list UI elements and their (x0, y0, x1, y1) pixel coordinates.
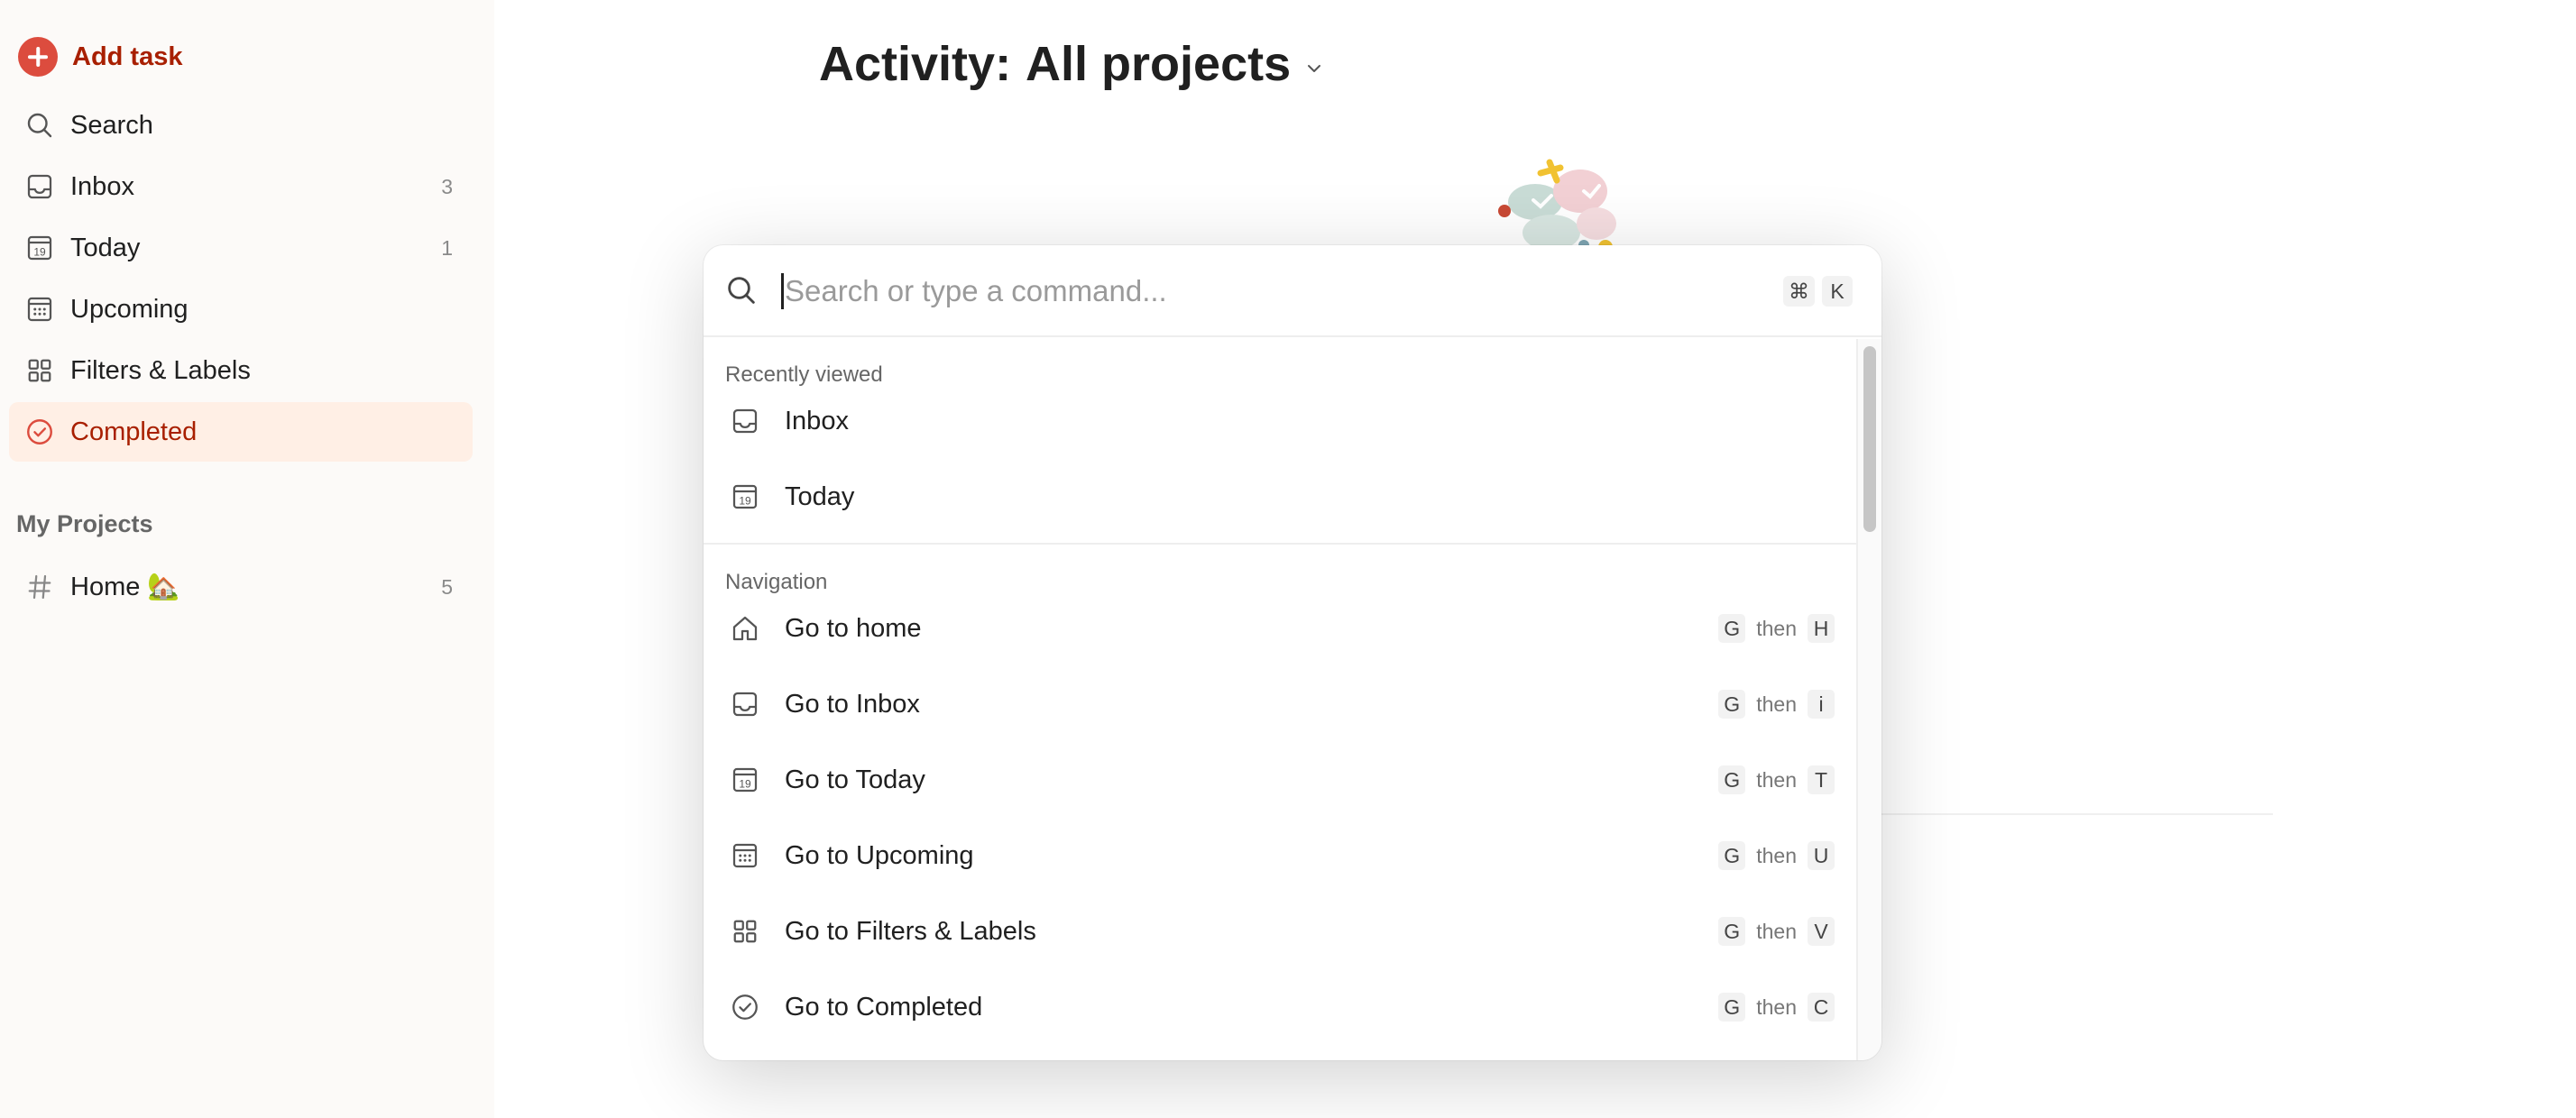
sidebar-item-search[interactable]: Search (9, 96, 473, 155)
sidebar-item-filters-labels[interactable]: Filters & Labels (9, 341, 473, 400)
command-item-go-to-completed[interactable]: Go to Completed G then C (704, 970, 1856, 1044)
shortcut-key: V (1808, 917, 1835, 946)
svg-text:19: 19 (739, 777, 751, 790)
keyboard-shortcut: G then H (1718, 614, 1835, 643)
keyboard-shortcut: G then U (1718, 841, 1835, 870)
palette-search-row: ⌘ K (704, 245, 1881, 337)
command-item-go-to-today[interactable]: 19 Go to Today G then T (704, 743, 1856, 817)
divider (1876, 813, 2273, 815)
check-circle-icon (23, 416, 56, 448)
command-item-go-to-inbox[interactable]: Go to Inbox G then i (704, 667, 1856, 741)
palette-scrollbar[interactable] (1856, 339, 1881, 1060)
command-list: Recently viewed Inbox 19 Today Navigatio… (704, 339, 1856, 1060)
command-item-label: Go to Today (785, 765, 925, 794)
calendar-today-icon: 19 (729, 764, 761, 796)
add-task-label: Add task (72, 41, 183, 71)
filters-grid-icon (23, 354, 56, 387)
command-item-label: Go to Filters & Labels (785, 916, 1036, 946)
command-item-go-to-upcoming[interactable]: Go to Upcoming G then U (704, 819, 1856, 893)
command-search-input[interactable] (785, 265, 1687, 317)
my-projects-heading[interactable]: My Projects (16, 510, 153, 538)
sidebar-item-label: Today (70, 233, 141, 262)
hotkey-letter: K (1822, 276, 1853, 307)
inbox-icon (729, 405, 761, 437)
command-item-label: Go to home (785, 613, 922, 643)
shortcut-key: G (1718, 841, 1746, 870)
project-item-home[interactable]: Home 🏡 5 (9, 557, 473, 617)
page-title-project: All projects (1026, 37, 1292, 91)
svg-text:19: 19 (739, 494, 751, 507)
plus-circle-icon (18, 37, 58, 77)
calendar-grid-icon (729, 839, 761, 872)
command-item-go-to-home[interactable]: Go to home G then H (704, 591, 1856, 665)
add-task-button[interactable]: Add task (18, 34, 182, 79)
keyboard-shortcut: G then C (1718, 993, 1835, 1022)
search-icon (23, 109, 56, 142)
project-item-count: 5 (441, 574, 453, 599)
hash-icon (23, 571, 56, 603)
sidebar-item-inbox[interactable]: Inbox 3 (9, 157, 473, 216)
calendar-grid-icon (23, 293, 56, 325)
shortcut-then: then (1756, 692, 1797, 716)
sidebar-item-label: Filters & Labels (70, 355, 251, 385)
shortcut-key: H (1808, 614, 1835, 643)
sidebar-item-label: Inbox (70, 171, 134, 201)
calendar-today-icon: 19 (23, 232, 56, 264)
calendar-today-icon: 19 (729, 481, 761, 513)
command-item-recent-today[interactable]: 19 Today (704, 460, 1856, 534)
inbox-icon (729, 688, 761, 720)
page-title[interactable]: Activity: All projects (819, 36, 1325, 92)
command-item-recent-inbox[interactable]: Inbox (704, 384, 1856, 458)
shortcut-key: G (1718, 765, 1746, 794)
search-icon (728, 277, 755, 304)
shortcut-key: G (1718, 917, 1746, 946)
shortcut-then: then (1756, 767, 1797, 792)
command-item-go-to-filters-labels[interactable]: Go to Filters & Labels G then V (704, 894, 1856, 968)
page-title-prefix: Activity: (819, 37, 1012, 91)
shortcut-key: T (1808, 765, 1835, 794)
group-separator (704, 543, 1856, 545)
sidebar-item-count: 1 (441, 235, 453, 260)
shortcut-key: C (1808, 993, 1835, 1022)
shortcut-key: G (1718, 993, 1746, 1022)
svg-text:19: 19 (33, 245, 46, 258)
shortcut-key: G (1718, 614, 1746, 643)
sidebar-item-label: Completed (70, 417, 198, 446)
check-circle-icon (729, 991, 761, 1023)
command-item-label: Today (785, 481, 855, 511)
sidebar-item-today[interactable]: 19 Today 1 (9, 218, 473, 278)
command-key-icon: ⌘ (1783, 276, 1815, 307)
command-item-label: Go to Inbox (785, 689, 920, 719)
command-item-label: Go to Upcoming (785, 840, 974, 870)
sidebar: Add task Search Inbox 3 19 Today 1 Upcom… (0, 0, 494, 1118)
keyboard-shortcut: G then V (1718, 917, 1835, 946)
shortcut-key: i (1808, 690, 1835, 719)
hotkey-hint: ⌘ K (1783, 276, 1853, 307)
shortcut-key: G (1718, 690, 1746, 719)
shortcut-then: then (1756, 919, 1797, 943)
command-palette: ⌘ K Recently viewed Inbox 19 Today Navig… (704, 245, 1881, 1060)
home-icon (729, 612, 761, 645)
text-caret (781, 273, 784, 309)
keyboard-shortcut: G then i (1718, 690, 1835, 719)
project-item-label: Home 🏡 (70, 573, 180, 601)
shortcut-then: then (1756, 994, 1797, 1019)
shortcut-then: then (1756, 843, 1797, 867)
sidebar-item-label: Upcoming (70, 294, 189, 324)
scrollbar-thumb[interactable] (1863, 346, 1876, 532)
sidebar-item-label: Search (70, 110, 153, 140)
sidebar-item-count: 3 (441, 174, 453, 198)
shortcut-key: U (1808, 841, 1835, 870)
sidebar-item-completed[interactable]: Completed (9, 402, 473, 462)
keyboard-shortcut: G then T (1718, 765, 1835, 794)
command-item-label: Go to Completed (785, 992, 983, 1022)
sidebar-item-upcoming[interactable]: Upcoming (9, 280, 473, 339)
command-item-label: Inbox (785, 406, 849, 435)
chevron-down-icon (1308, 65, 1321, 72)
inbox-icon (23, 170, 56, 203)
filters-grid-icon (729, 915, 761, 948)
shortcut-then: then (1756, 616, 1797, 640)
empty-state-illustration (1498, 159, 1616, 254)
